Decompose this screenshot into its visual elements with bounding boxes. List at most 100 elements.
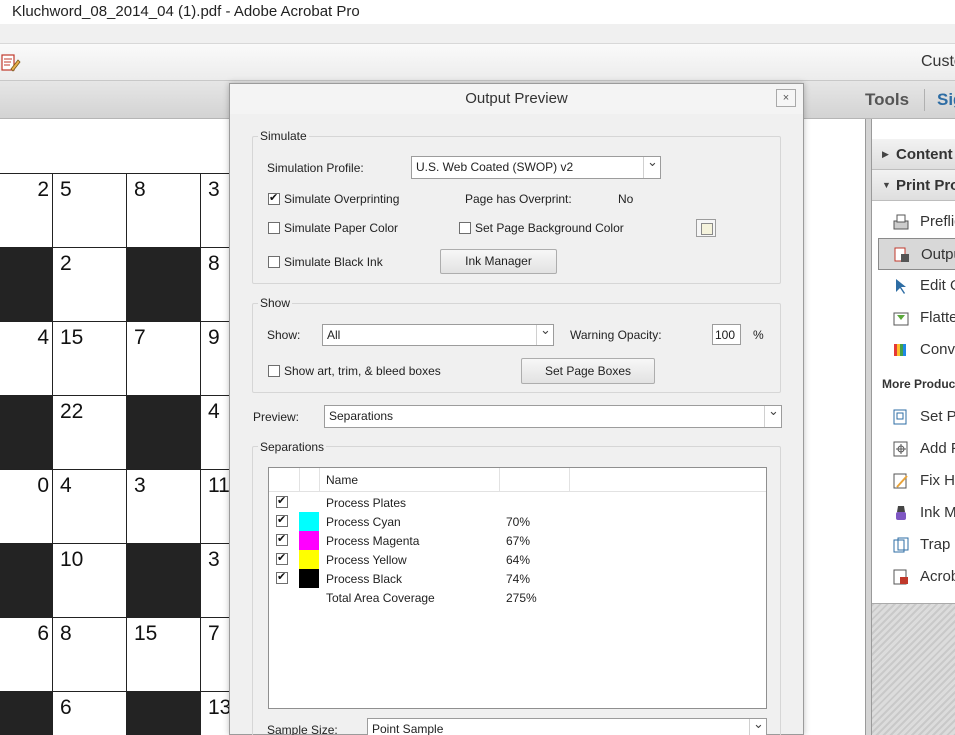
crossword-cell: 6 — [52, 691, 127, 735]
ink-manager-button[interactable]: Ink Manager — [440, 249, 557, 274]
preview-label: Preview: — [253, 410, 300, 424]
crossword-cell-number: 8 — [134, 178, 146, 201]
separation-coverage: 74% — [506, 572, 531, 586]
chevron-down-icon — [764, 403, 781, 427]
fix-hairlines-icon — [892, 472, 910, 490]
ink-color-swatch — [299, 550, 319, 569]
tools-tab[interactable]: Tools — [865, 90, 909, 110]
panel-item-add-printer-marks[interactable]: Add P — [872, 433, 955, 465]
sample-size-select[interactable]: Point Sample — [367, 716, 767, 735]
crossword-cell: 15 — [126, 617, 201, 692]
crossword-cell: 22 — [52, 395, 127, 470]
panel-item-label: Flatte — [920, 309, 955, 326]
crossword-cell: 4 — [0, 321, 54, 396]
section-content[interactable]: ▶ Content — [872, 139, 955, 170]
add-printer-marks-icon — [892, 440, 910, 458]
page-background-color-label: Set Page Background Color — [475, 221, 624, 235]
panel-item-preflight[interactable]: Prefligh — [872, 206, 955, 238]
panel-item-fix-hairlines[interactable]: Fix Ha — [872, 465, 955, 497]
warning-opacity-input[interactable]: 100 — [712, 324, 741, 345]
simulation-profile-label: Simulation Profile: — [267, 161, 364, 175]
show-label: Show: — [267, 328, 301, 342]
crossword-cell-number: 8 — [208, 252, 220, 275]
separation-row[interactable]: Process Yellow 64% — [269, 550, 766, 569]
crossword-black-cell — [126, 247, 201, 322]
crossword-cell-number: 11 — [208, 474, 230, 497]
crossword-cell-number: 4 — [208, 400, 220, 423]
panel-item-acrobat-distiller[interactable]: Acrob — [872, 561, 955, 593]
panel-item-flattener[interactable]: Flatte — [872, 302, 955, 334]
separation-row[interactable]: Total Area Coverage 275% — [269, 588, 766, 607]
crossword-cell-number: 6 — [37, 622, 49, 645]
crossword-cell-number: 13 — [208, 696, 232, 719]
crossword-black-cell — [126, 691, 201, 735]
separation-checkbox[interactable] — [276, 570, 288, 584]
simulate-black-ink-checkbox[interactable] — [268, 256, 280, 268]
edit-pdf-icon[interactable] — [1, 53, 21, 73]
crossword-cell-number: 10 — [60, 548, 84, 571]
panel-empty-area — [872, 603, 955, 735]
trap-presets-icon — [892, 536, 910, 554]
separation-checkbox[interactable] — [276, 551, 288, 565]
crossword-cell: 2 — [0, 173, 54, 248]
column-divider — [299, 468, 300, 492]
simulate-paper-color-checkbox[interactable] — [268, 222, 280, 234]
crossword-cell: 8 — [52, 617, 127, 692]
separation-checkbox[interactable] — [276, 532, 288, 546]
panel-item-label: Outpu — [921, 246, 955, 263]
column-divider — [569, 468, 570, 492]
page-background-color-checkbox[interactable] — [459, 222, 471, 234]
panel-item-label: Prefligh — [920, 213, 955, 230]
sample-size-value: Point Sample — [372, 722, 444, 735]
set-page-boxes-icon — [892, 408, 910, 426]
crossword-cell-number: 2 — [60, 252, 72, 275]
crossword-cell-number: 3 — [208, 548, 220, 571]
panel-item-edit-object[interactable]: Edit O — [872, 270, 955, 302]
ink-color-swatch — [299, 512, 319, 531]
panel-item-convert-colors[interactable]: Conve — [872, 334, 955, 366]
crossword-cell-number: 8 — [60, 622, 72, 645]
section-print-production[interactable]: ▼ Print Pro — [872, 170, 955, 201]
warning-opacity-value: 100 — [715, 328, 736, 342]
dialog-title-bar[interactable]: Output Preview × — [230, 84, 803, 114]
separation-name: Total Area Coverage — [326, 591, 435, 605]
set-page-boxes-button[interactable]: Set Page Boxes — [521, 358, 655, 384]
panel-item-output-preview[interactable]: Outpu — [878, 238, 955, 270]
close-icon[interactable]: × — [776, 89, 796, 107]
show-select[interactable]: All — [322, 322, 554, 346]
sign-tab[interactable]: Sig — [937, 90, 955, 110]
separations-table: Name Process PlatesProcess Cyan70%Proces… — [268, 467, 767, 709]
separation-row[interactable]: Process Black 74% — [269, 569, 766, 588]
panel-item-label: Fix Ha — [920, 472, 955, 489]
panel-item-label: Ink M — [920, 504, 955, 521]
separation-checkbox[interactable] — [276, 513, 288, 527]
crossword-black-cell — [126, 395, 201, 470]
preview-select[interactable]: Separations — [324, 403, 782, 428]
simulate-black-ink-label: Simulate Black Ink — [284, 255, 383, 269]
ink-color-swatch — [299, 531, 319, 550]
panel-item-label: Add P — [920, 440, 955, 457]
crossword-cell-number: 4 — [37, 326, 49, 349]
show-boxes-checkbox[interactable] — [268, 365, 280, 377]
preflight-icon — [892, 213, 910, 231]
panel-item-set-page-boxes[interactable]: Set Pa — [872, 401, 955, 433]
column-divider — [499, 468, 500, 492]
section-print-production-label: Print Pro — [896, 177, 955, 194]
panel-item-trap-presets[interactable]: Trap P — [872, 529, 955, 561]
tab-divider — [924, 89, 925, 111]
ink-manager-icon — [892, 504, 910, 522]
simulate-group-label: Simulate — [258, 129, 309, 143]
separation-coverage: 64% — [506, 553, 531, 567]
separation-row[interactable]: Process Magenta 67% — [269, 531, 766, 550]
panel-item-ink-manager[interactable]: Ink M — [872, 497, 955, 529]
separation-checkbox[interactable] — [276, 494, 288, 508]
separation-row[interactable]: Process Cyan 70% — [269, 512, 766, 531]
simulate-overprinting-checkbox[interactable] — [268, 191, 280, 205]
background-color-swatch[interactable] — [696, 219, 716, 237]
section-content-label: Content — [896, 146, 953, 163]
name-column-header[interactable]: Name — [326, 473, 358, 487]
simulation-profile-select[interactable]: U.S. Web Coated (SWOP) v2 — [411, 154, 661, 179]
panel-item-label: Trap P — [920, 536, 955, 553]
customize-button[interactable]: Custo — [921, 53, 955, 71]
separation-row[interactable]: Process Plates — [269, 493, 766, 512]
